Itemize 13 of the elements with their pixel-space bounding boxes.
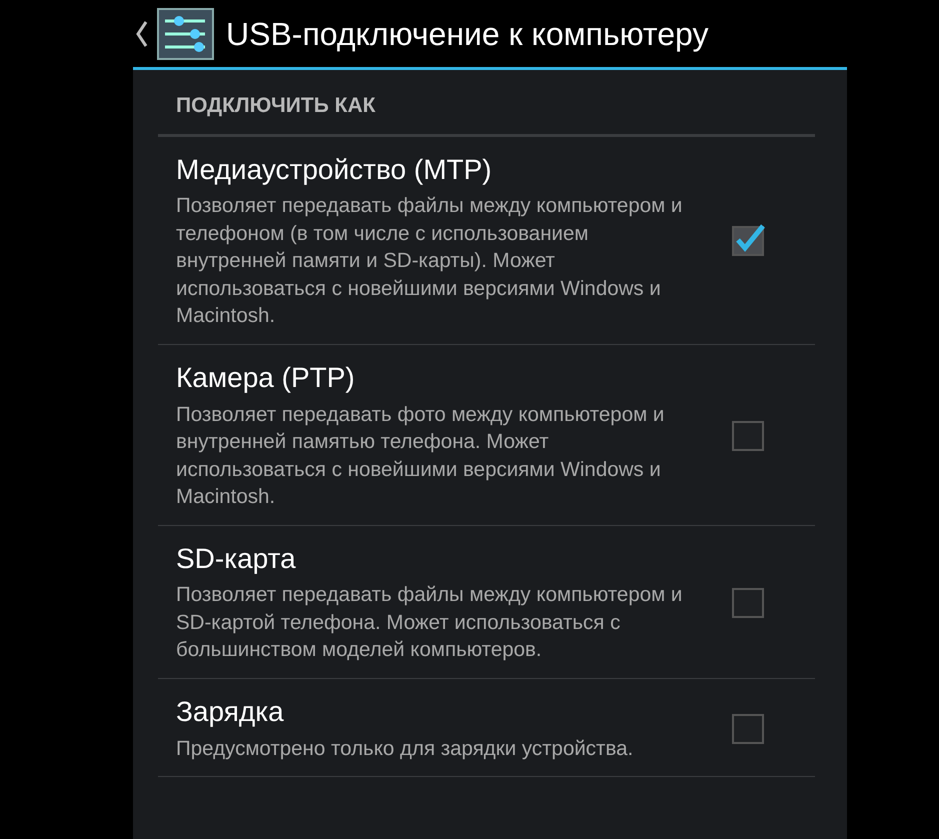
option-description: Позволяет передавать файлы между компьютером и телефоном (в том числе с использованием внутренней памяти и SD-карты). Может использоваться с новейшими версиями Windows и Macintosh. (176, 193, 684, 330)
option-title: Медиаустройство (MTP) (176, 152, 493, 187)
section-header: ПОДКЛЮЧИТЬ КАК (176, 94, 376, 117)
option-description: Позволяет передавать файлы между компьютером и SD-картой телефона. Может использоваться с большинством моделей компьютеров. (176, 582, 684, 664)
option-title: SD-карта (176, 542, 297, 576)
option-title: Зарядка (176, 694, 285, 729)
back-icon[interactable] (135, 20, 149, 48)
option-description: Позволяет передавать фото между компьютером и внутренней памятью телефона. Может использоваться с новейшими версиями Windows и Macintosh. (176, 402, 666, 510)
option-description: Предусмотрено только для зарядки устройства. (176, 736, 634, 762)
checkbox[interactable] (731, 223, 765, 258)
settings-sliders-icon (157, 8, 214, 60)
screen-title: USB-подключение к компьютеру (226, 18, 708, 50)
option-title: Камера (PTP) (176, 360, 356, 395)
